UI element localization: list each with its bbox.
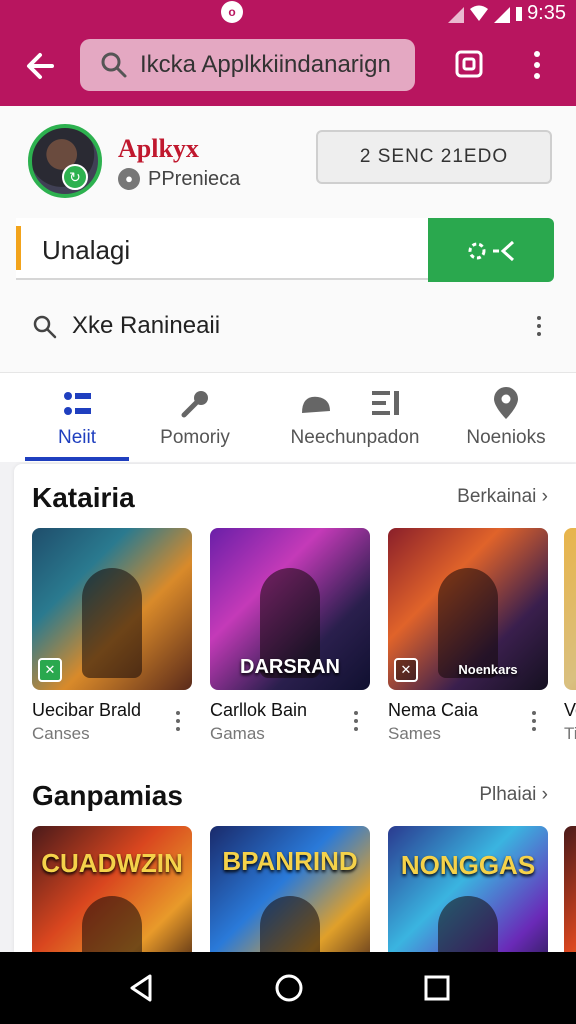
thumbnail-title: CUADWZIN [41,848,183,878]
app-thumbnail: ✕ Noenkars [388,528,548,690]
section-title: Katairia [32,482,135,513]
app-card[interactable]: ✕ Uecibar Brald Canses [32,528,192,743]
thumbnail-title: BPANRIND [222,846,358,876]
square-recents-icon [424,975,450,1001]
wifi-signal-battery-icon [448,5,522,23]
active-tab-indicator [25,457,129,461]
more-options-button[interactable] [526,48,548,82]
search-icon [101,52,127,78]
tab-bar: Neiit Pomoriy Neechunpadon Noenioks [0,372,576,462]
app-card[interactable]: Ve Ti [564,528,576,743]
character-art [82,568,142,678]
app-name: Ve [564,700,576,720]
secondary-search-label: Xke Ranineaii [72,312,221,339]
app-category: Sames [388,724,441,743]
see-more-link[interactable]: Berkainai › [457,486,548,508]
submit-button[interactable] [428,218,554,282]
app-thumbnail [564,826,576,952]
more-vert-icon[interactable] [174,710,182,734]
grid-icon [64,392,91,415]
triangle-back-icon [130,974,152,1002]
app-thumbnail: DARSRAN [210,528,370,690]
app-name: Nema Caia [388,700,479,720]
nav-recents-button[interactable] [422,972,452,1004]
nav-back-button[interactable] [126,972,156,1004]
more-vert-icon[interactable] [534,314,544,340]
circle-home-icon [275,974,303,1002]
app-thumbnail: ✕ [32,528,192,690]
thumbnail-title: Noenkars [458,662,518,677]
signal-icons [446,3,526,28]
system-nav-bar [0,952,576,1024]
thumbnail-title: DARSRAN [240,656,340,678]
location-pin-icon [494,387,518,419]
avatar[interactable] [28,124,102,198]
tab-label: Pomoriy [160,427,230,448]
user-icon: ● [118,168,140,190]
chevron-right-icon: › [541,486,548,507]
app-thumbnail: BPANRIND [210,826,370,952]
tab-pomoriy[interactable]: Pomoriy [150,387,240,457]
search-input[interactable] [140,45,405,85]
nav-home-button[interactable] [274,972,304,1004]
settings-share-icon [468,241,515,262]
feed-icon [302,391,399,415]
app-category: Ti [564,724,576,743]
microphone-icon [181,391,208,418]
tab-neechunpadon[interactable]: Neechunpadon [290,387,420,457]
chevron-right-icon: › [541,784,548,805]
app-category: Gamas [210,724,265,743]
content-area: Katairia Berkainai › ✕ Uecibar Brald Can… [14,464,576,952]
see-more-link[interactable]: Plhaiai › [479,784,548,806]
input-accent-bar [16,226,21,270]
app-card[interactable] [564,826,576,952]
sword-badge-icon: ✕ [38,658,62,682]
screen: o 9:35 Ikcka Applkkiindanarign ↻ Aplkyx … [0,0,576,1024]
tab-label: Neechunpadon [290,427,420,448]
app-card[interactable]: CUADWZIN [32,826,192,952]
tab-label: Neiit [57,427,96,448]
secondary-search[interactable]: Xke Ranineaii [28,306,548,350]
tab-noenioks[interactable]: Noenioks [460,387,552,457]
profile-panel: ↻ Aplkyx ● PPrenieca 2 SENC 21EDO Xke Ra… [0,106,576,372]
more-vert-icon [534,51,540,57]
app-card[interactable]: DARSRAN Carllok Bain Gamas [210,528,370,743]
secondary-action-button[interactable]: 2 SENC 21EDO [316,130,552,184]
brand-subtitle: PPrenieca [148,168,241,190]
search-bar[interactable] [80,39,415,91]
app-card[interactable]: NONGGAS [388,826,548,952]
app-card[interactable]: BPANRIND [210,826,370,952]
back-button[interactable] [22,48,58,84]
character-art [438,896,498,952]
tab-label: Noenioks [466,427,546,448]
character-art [82,896,142,952]
status-time: 9:35 [527,2,566,24]
section-title: Ganpamias [32,780,183,811]
refresh-badge-icon: ↻ [62,164,88,190]
app-name: Uecibar Brald [32,700,142,720]
brand-name: Aplkyx [118,134,199,163]
notification-icon: o [221,1,243,23]
more-vert-icon[interactable] [530,710,538,734]
camera-button[interactable] [454,48,484,80]
back-arrow-icon [27,53,54,79]
app-thumbnail [564,528,576,690]
text-input[interactable] [42,228,422,272]
app-category: Canses [32,724,90,743]
thumbnail-title: NONGGAS [400,850,536,880]
camera-icon [455,50,483,78]
app-thumbnail: NONGGAS [388,826,548,952]
see-more-label: Plhaiai [479,784,537,805]
text-input-row [16,218,430,280]
app-card[interactable]: ✕ Noenkars Nema Caia Sames [388,528,548,743]
tab-neiit[interactable]: Neiit [25,387,129,457]
more-vert-icon[interactable] [352,710,360,734]
app-thumbnail: CUADWZIN [32,826,192,952]
app-bar [0,28,576,106]
status-bar: o 9:35 [0,0,576,28]
app-name: Carllok Bain [210,700,308,720]
character-art [260,896,320,952]
search-icon [33,315,57,339]
see-more-label: Berkainai [457,486,537,507]
